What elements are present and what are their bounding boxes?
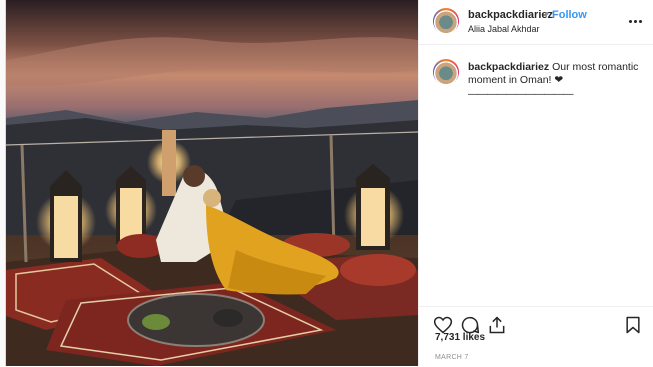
location-link[interactable]: Aliia Jabal Akhdar: [468, 24, 540, 34]
follow-button[interactable]: Follow: [552, 9, 587, 21]
username-link[interactable]: backpackdiariez: [468, 9, 553, 21]
post-header: backpackdiariez • Follow Aliia Jabal Akh…: [419, 0, 653, 45]
post-caption: backpackdiariez Our most romantic moment…: [468, 61, 646, 101]
likes-count[interactable]: 7,731 likes: [435, 332, 485, 343]
post-date: MARCH 7: [435, 354, 469, 361]
caption-rule: ———————————: [468, 88, 574, 100]
post-photo[interactable]: [6, 0, 418, 366]
bookmark-icon[interactable]: [623, 315, 643, 335]
more-options-icon[interactable]: [629, 10, 645, 24]
caption-username[interactable]: backpackdiariez: [468, 61, 549, 73]
post-side-panel: backpackdiariez • Follow Aliia Jabal Akh…: [418, 0, 653, 366]
photo-illustration: [6, 0, 418, 366]
avatar[interactable]: [433, 8, 459, 34]
separator-dot: •: [545, 8, 549, 20]
caption-avatar[interactable]: [433, 59, 459, 85]
share-icon[interactable]: [487, 315, 507, 335]
instagram-post: backpackdiariez • Follow Aliia Jabal Akh…: [5, 0, 653, 366]
